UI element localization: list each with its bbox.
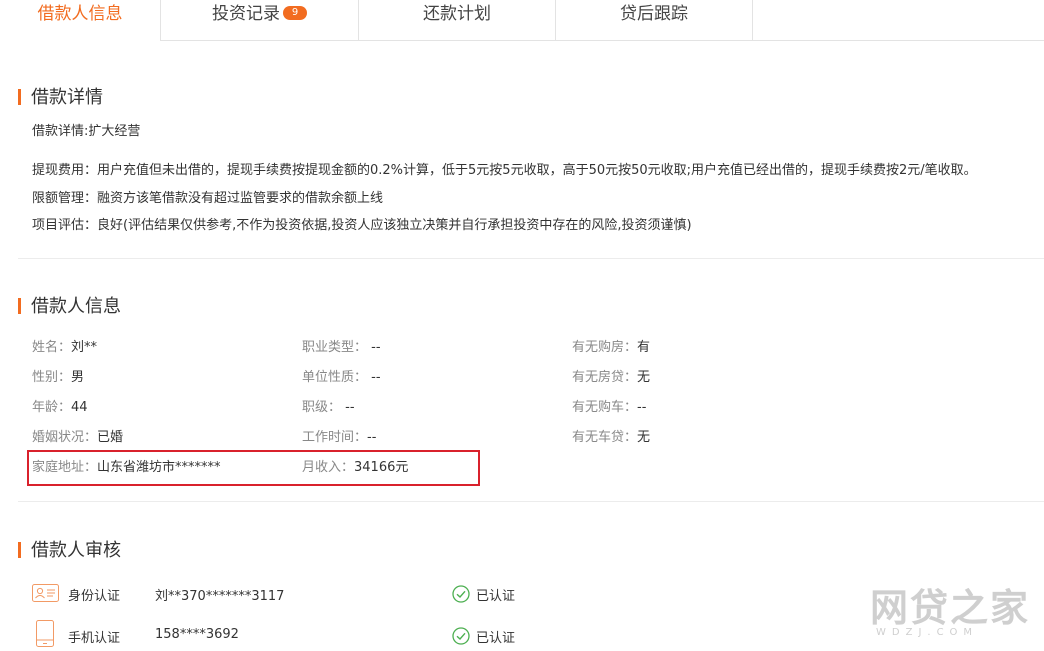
info-marital-status: 婚姻状况：已婚 (32, 426, 123, 445)
tab-label: 借款人信息 (37, 4, 123, 24)
info-mortgage: 有无房贷：无 (572, 366, 650, 385)
tab-label: 投资记录 (212, 4, 280, 24)
info-house-owned: 有无购房：有 (572, 336, 650, 355)
field-label: 有无车贷： (572, 430, 638, 445)
field-label: 性别： (32, 370, 72, 385)
field-label: 姓名： (32, 340, 72, 355)
loan-purpose: 借款详情:扩大经营 (32, 124, 141, 139)
field-value: 山东省潍坊市******* (97, 460, 221, 475)
audit-status: 已认证 (476, 631, 516, 646)
field-value: -- (637, 400, 647, 415)
audit-item-name: 身份认证 (68, 589, 121, 604)
field-value: -- (367, 430, 377, 445)
info-car-loan: 有无车贷：无 (572, 426, 650, 445)
limit-management-text: 限额管理：融资方该笔借款没有超过监管要求的借款余额上线 (32, 191, 384, 206)
mobile-phone-icon (36, 620, 54, 651)
section-accent-bar (18, 298, 21, 314)
watermark-logo: 网贷之家 WDZJ.COM (862, 575, 1032, 645)
field-value: 已婚 (97, 430, 124, 445)
info-work-years: 工作时间：-- (302, 426, 376, 445)
count-badge: 9 (283, 6, 307, 20)
info-age: 年龄：44 (32, 396, 88, 415)
field-value: 有 (637, 340, 651, 355)
field-label: 工作时间： (302, 430, 368, 445)
field-label: 职业类型： (302, 340, 368, 355)
tab-post-loan-tracking[interactable]: 贷后跟踪 (556, 0, 753, 40)
section-title-borrower-audit: 借款人审核 (18, 539, 121, 563)
field-label: 有无购车： (572, 400, 638, 415)
check-circle-icon (452, 585, 470, 607)
info-occupation-type: 职业类型： -- (302, 336, 381, 355)
tab-bar: 借款人信息 投资记录 9 还款计划 贷后跟踪 (0, 0, 1044, 41)
info-car-owned: 有无购车：-- (572, 396, 646, 415)
field-label: 有无购房： (572, 340, 638, 355)
info-gender: 性别：男 (32, 366, 84, 385)
info-job-level: 职级： -- (302, 396, 355, 415)
info-employer-type: 单位性质： -- (302, 366, 381, 385)
info-home-address: 家庭地址：山东省潍坊市******* (32, 456, 221, 475)
tab-label: 贷后跟踪 (620, 4, 688, 24)
check-circle-icon (452, 627, 470, 649)
section-divider (18, 258, 1044, 259)
audit-item-value: 158****3692 (155, 627, 239, 642)
section-divider (18, 501, 1044, 502)
tab-repayment-plan[interactable]: 还款计划 (359, 0, 556, 40)
section-accent-bar (18, 89, 21, 105)
field-label: 职级： (302, 400, 342, 415)
field-value: -- (367, 340, 381, 355)
field-label: 婚姻状况： (32, 430, 98, 445)
field-label: 单位性质： (302, 370, 368, 385)
section-title-text: 借款人信息 (31, 296, 121, 317)
section-title-text: 借款详情 (31, 87, 103, 108)
field-value: 无 (637, 430, 651, 445)
field-value: 刘** (71, 340, 98, 355)
info-monthly-income: 月收入：34166元 (302, 456, 408, 475)
project-evaluation-text: 项目评估：良好(评估结果仅供参考,不作为投资依据,投资人应该独立决策并自行承担投… (32, 218, 692, 233)
audit-item-value: 刘**370*******3117 (155, 589, 285, 604)
withdrawal-fee-text: 提现费用：用户充值但未出借的，提现手续费按提现金额的0.2%计算，低于5元按5元… (32, 163, 977, 178)
id-card-icon (32, 584, 59, 606)
field-value: -- (341, 400, 355, 415)
tab-label: 还款计划 (423, 4, 491, 24)
audit-item-name: 手机认证 (68, 631, 121, 646)
section-title-text: 借款人审核 (31, 540, 121, 561)
field-value: 男 (71, 370, 85, 385)
field-value: -- (367, 370, 381, 385)
field-label: 有无房贷： (572, 370, 638, 385)
section-accent-bar (18, 542, 21, 558)
tab-investment-records[interactable]: 投资记录 9 (161, 0, 359, 40)
field-value: 44 (71, 400, 88, 415)
tab-borrower-info[interactable]: 借款人信息 (0, 0, 161, 41)
field-label: 月收入： (302, 460, 355, 475)
field-value: 无 (637, 370, 651, 385)
audit-status: 已认证 (476, 589, 516, 604)
field-label: 年龄： (32, 400, 72, 415)
watermark-main: 网贷之家 (870, 586, 1031, 630)
section-title-borrower-info: 借款人信息 (18, 295, 121, 319)
section-title-loan-details: 借款详情 (18, 86, 103, 110)
field-label: 家庭地址： (32, 460, 98, 475)
info-name: 姓名：刘** (32, 336, 97, 355)
watermark-sub: WDZJ.COM (876, 627, 979, 638)
field-value: 34166元 (354, 460, 409, 475)
